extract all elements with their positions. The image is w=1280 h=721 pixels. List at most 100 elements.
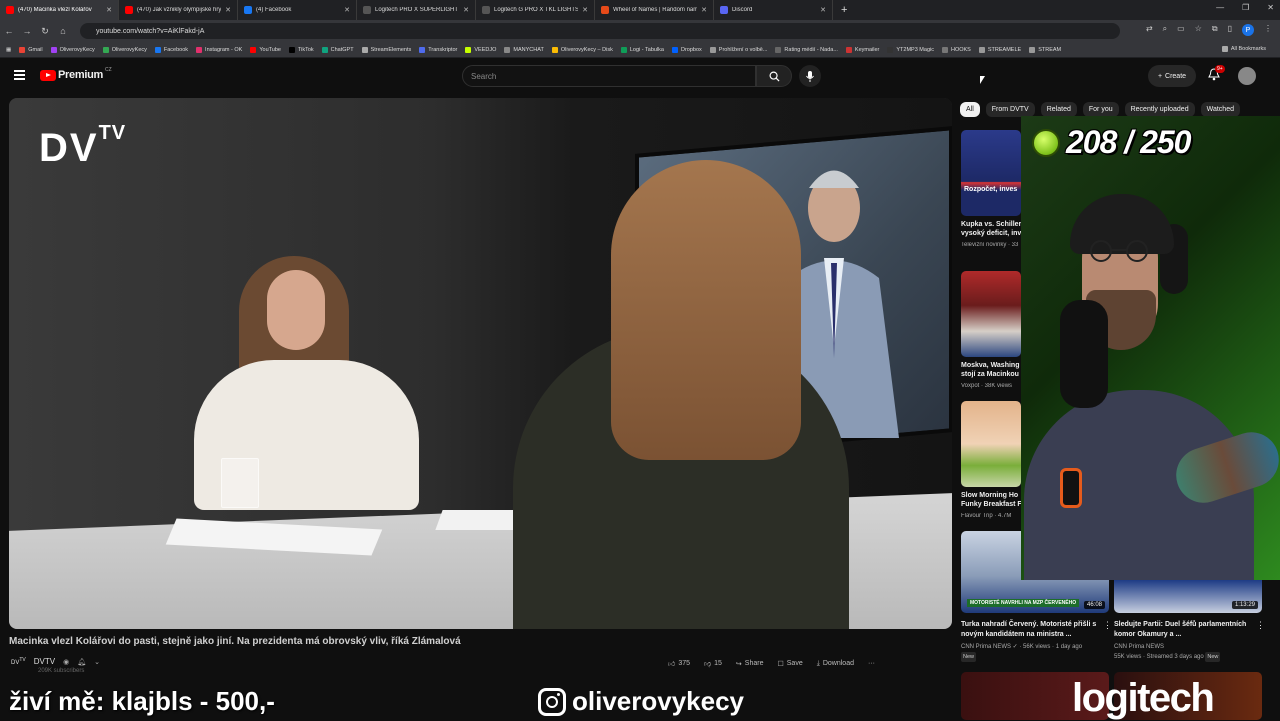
close-window-icon[interactable]: ✕ bbox=[1267, 3, 1274, 12]
bookmark-item[interactable]: ChatGPT bbox=[321, 46, 354, 53]
recommended-meta: CNN Prima NEWS 55K views · Streamed 3 da… bbox=[1114, 644, 1221, 662]
bookmark-item[interactable]: STREAMELE bbox=[978, 46, 1021, 53]
tab-close-icon[interactable]: ✕ bbox=[463, 6, 469, 14]
forward-icon[interactable]: → bbox=[18, 26, 36, 36]
bookmark-item[interactable]: Transkriptor bbox=[419, 46, 457, 53]
subscribed-bell-icon[interactable]: 🔔︎ bbox=[77, 658, 86, 666]
tab-close-icon[interactable]: ✕ bbox=[820, 6, 826, 14]
voice-search-button[interactable] bbox=[799, 65, 821, 87]
sidebar-thumbnail[interactable] bbox=[961, 401, 1021, 487]
bookmark-item[interactable]: Facebook bbox=[154, 46, 188, 53]
minimize-icon[interactable]: — bbox=[1216, 3, 1224, 12]
dislike-button[interactable]: 👎︎ 15 bbox=[704, 659, 722, 668]
zoom-icon[interactable]: ⌕ bbox=[1163, 24, 1167, 36]
bookmark-favicon-icon bbox=[551, 46, 558, 53]
browser-tab[interactable]: Logitech G PRO X TKL LIGHTSP ✕ bbox=[476, 0, 595, 20]
filter-chip[interactable]: Recently uploaded bbox=[1124, 102, 1195, 117]
reload-icon[interactable]: ↻ bbox=[36, 26, 54, 37]
search-input[interactable]: Search bbox=[462, 65, 756, 87]
bookmark-item[interactable]: Logi - Tabulka bbox=[620, 46, 664, 53]
download-button[interactable]: ⤓ Download bbox=[817, 660, 854, 668]
thumbs-up-icon: 👍︎ bbox=[668, 661, 676, 668]
bookmark-favicon-icon bbox=[321, 46, 328, 53]
tab-close-icon[interactable]: ✕ bbox=[701, 6, 707, 14]
tab-close-icon[interactable]: ✕ bbox=[582, 6, 588, 14]
maximize-icon[interactable]: ❐ bbox=[1242, 3, 1249, 12]
browser-tab[interactable]: Discord ✕ bbox=[714, 0, 833, 20]
more-options-icon[interactable]: ⋮ bbox=[1256, 620, 1265, 631]
filter-chip[interactable]: All bbox=[960, 102, 980, 117]
create-button[interactable]: + Create bbox=[1148, 65, 1196, 87]
sidebar-video-title-line2[interactable]: stojí za Macinkou bbox=[961, 370, 1023, 379]
bookmark-item[interactable]: VEEDJO bbox=[465, 46, 496, 53]
instagram-icon bbox=[538, 687, 566, 716]
bookmark-item[interactable]: YT2MP3 Magic bbox=[887, 46, 934, 53]
bookmark-item[interactable]: Gmail bbox=[19, 46, 43, 53]
url-field[interactable]: youtube.com/watch?v=AiKlFakd-jA bbox=[80, 23, 1120, 39]
more-options-icon[interactable]: ⋮ bbox=[1103, 620, 1112, 631]
browser-tab[interactable]: Wheel of Names | Random nam ✕ bbox=[595, 0, 714, 20]
bookmark-item[interactable]: OliverovyKecy – Disk bbox=[551, 46, 613, 53]
youtube-premium-logo[interactable]: Premium CZ bbox=[40, 67, 112, 81]
like-button[interactable]: 👍︎ 375 bbox=[668, 659, 690, 668]
recommended-title[interactable]: Sledujte Partii: Duel šéfů parlamentních… bbox=[1114, 620, 1256, 640]
filter-chip[interactable]: For you bbox=[1082, 102, 1119, 117]
bookmark-item[interactable]: OliverovyKecy bbox=[50, 46, 95, 53]
share-button[interactable]: ↪ Share bbox=[736, 660, 764, 668]
all-bookmarks-button[interactable]: All Bookmarks bbox=[1221, 46, 1266, 52]
browser-tab[interactable]: Logitech PRO X SUPERLIGHT 2 ✕ bbox=[357, 0, 476, 20]
hamburger-menu-icon[interactable] bbox=[14, 70, 25, 82]
bookmark-item[interactable]: STREAM bbox=[1029, 46, 1061, 53]
sidebar-video-title[interactable]: Kupka vs. Schiller bbox=[961, 220, 1023, 229]
filter-chip[interactable]: Related bbox=[1040, 102, 1077, 117]
bookmark-item[interactable]: YouTube bbox=[250, 46, 281, 53]
lime-icon bbox=[1032, 128, 1060, 157]
instagram-handle: oliverovykecy bbox=[572, 686, 745, 716]
menu-icon[interactable]: ⋮ bbox=[1264, 24, 1272, 36]
video-player[interactable]: DVTV bbox=[9, 98, 952, 629]
bookmark-item[interactable]: StreamElements bbox=[361, 46, 411, 53]
chevron-down-icon[interactable]: ⌄ bbox=[94, 658, 100, 666]
new-tab-button[interactable]: + bbox=[833, 4, 855, 16]
bookmark-item[interactable]: HOOKS bbox=[941, 46, 971, 53]
channel-avatar[interactable]: DVTV bbox=[11, 657, 26, 666]
translate-icon[interactable]: ⇄ bbox=[1146, 24, 1153, 36]
bookmark-item[interactable]: Rating médií - Nada... bbox=[775, 46, 838, 53]
browser-tab[interactable]: (4) Facebook ✕ bbox=[238, 0, 357, 20]
bookmark-item[interactable]: OliverovyKecy bbox=[102, 46, 147, 53]
browser-tab[interactable]: (470) Jak vznikly olympijské hry ✕ bbox=[119, 0, 238, 20]
bookmark-item[interactable]: Dropbox bbox=[672, 46, 702, 53]
bookmark-item[interactable]: MANYCHAT bbox=[504, 46, 544, 53]
more-actions-icon[interactable]: ··· bbox=[868, 660, 875, 667]
account-avatar[interactable] bbox=[1238, 67, 1256, 85]
sidebar-video-title[interactable]: Moskva, Washing bbox=[961, 361, 1023, 370]
back-icon[interactable]: ← bbox=[0, 26, 18, 36]
cast-icon[interactable]: ▭ bbox=[1177, 24, 1185, 36]
bookmark-item[interactable]: Instagram - OK bbox=[196, 46, 242, 53]
filter-chip[interactable]: From DVTV bbox=[985, 102, 1035, 117]
bookmark-item[interactable]: Keymailer bbox=[845, 46, 879, 53]
browser-tab[interactable]: (470) Macinka vlezl Kolářov ✕ bbox=[0, 0, 119, 20]
sidebar-thumbnail[interactable]: Rozpočet, inves bbox=[961, 130, 1021, 216]
sidebar-video-title-line2[interactable]: vysoký deficit, inv bbox=[961, 229, 1023, 238]
tab-close-icon[interactable]: ✕ bbox=[344, 6, 350, 14]
sidebar-thumbnail[interactable] bbox=[961, 271, 1021, 357]
recommended-title[interactable]: Turka nahradí Červený. Motoristé přišli … bbox=[961, 620, 1103, 640]
bookmark-item[interactable]: TikTok bbox=[288, 46, 314, 53]
extensions-icon[interactable]: ⧉ bbox=[1212, 24, 1218, 36]
bookmark-star-icon[interactable]: ☆ bbox=[1195, 24, 1202, 36]
tab-title: (470) Macinka vlezl Kolářov bbox=[18, 7, 92, 13]
sidebar-video-title-line2[interactable]: Funky Breakfast F bbox=[961, 500, 1023, 509]
save-button[interactable]: ☐ Save bbox=[777, 660, 802, 668]
search-button[interactable] bbox=[756, 65, 792, 87]
sidebar-icon[interactable]: ▯ bbox=[1228, 24, 1232, 36]
bookmark-item[interactable]: Prohlížení o volbě... bbox=[709, 46, 767, 53]
filter-chip[interactable]: Watched bbox=[1200, 102, 1240, 117]
channel-name[interactable]: DVTV bbox=[34, 657, 55, 666]
home-icon[interactable]: ⌂ bbox=[54, 26, 72, 36]
tab-close-icon[interactable]: ✕ bbox=[106, 6, 112, 14]
sidebar-video-title[interactable]: Slow Morning Ho bbox=[961, 491, 1023, 500]
tab-close-icon[interactable]: ✕ bbox=[225, 6, 231, 14]
profile-avatar[interactable]: P bbox=[1242, 24, 1254, 36]
apps-icon[interactable]: ▦ bbox=[6, 47, 11, 53]
